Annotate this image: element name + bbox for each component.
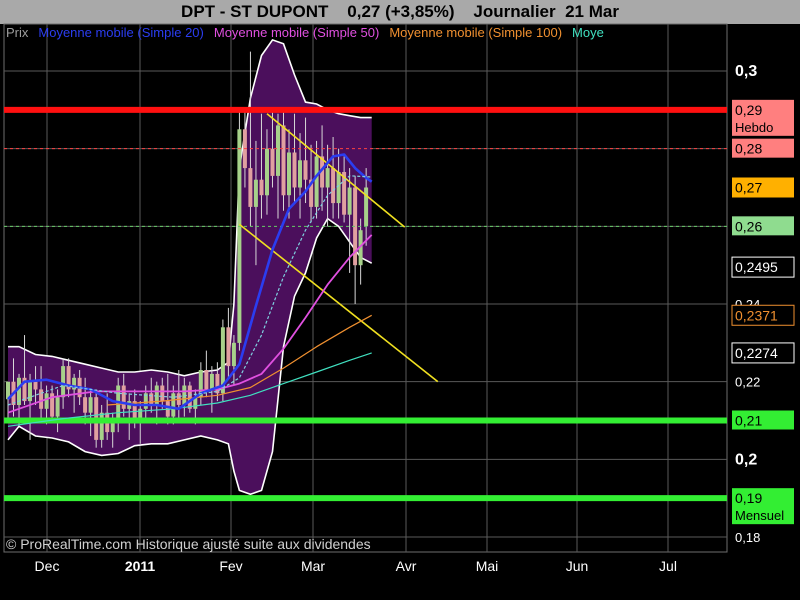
level-sublabel: Hebdo	[735, 120, 773, 135]
candle-body	[204, 370, 209, 390]
level-label: 0,19	[735, 490, 762, 506]
candle-body	[55, 397, 60, 417]
x-tick-label: Jul	[659, 558, 677, 574]
candle-body	[287, 152, 291, 196]
candle-body	[99, 412, 104, 440]
x-tick-label: Avr	[396, 558, 417, 574]
level-label: 0,21	[735, 413, 762, 429]
x-tick-label: Mai	[476, 558, 499, 574]
legend-entry: Moyenne mobile (Simple 100)	[389, 25, 562, 40]
x-tick-label: Fev	[219, 558, 242, 574]
axis-value-label: 0,27	[735, 180, 762, 196]
level-sublabel: Mensuel	[735, 508, 784, 523]
y-tick-label: 0,3	[735, 63, 757, 80]
candle-body	[331, 168, 336, 204]
candle-body	[88, 397, 93, 413]
candle-body	[270, 148, 275, 176]
candle-body	[325, 168, 330, 188]
candle-body	[259, 179, 264, 196]
copyright-note: © ProRealTime.com Historique ajusté suit…	[6, 536, 371, 552]
candle-body	[209, 373, 214, 390]
legend-entry: Moyenne mobile (Simple 20)	[38, 25, 203, 40]
candle-body	[121, 385, 126, 409]
candle-body	[281, 125, 286, 196]
candle-body	[265, 148, 269, 196]
y-tick-label: 0,22	[735, 375, 760, 390]
candle-body	[83, 397, 88, 413]
plot-frame	[3, 23, 728, 553]
legend-entry: Moyenne mobile (Simple 50)	[214, 25, 379, 40]
legend-entry: Moye	[572, 25, 604, 40]
grid	[4, 24, 727, 552]
candle-body	[61, 366, 66, 398]
candle-body	[303, 160, 308, 180]
legend-entry: Prix	[6, 25, 29, 40]
x-tick-label: Jun	[566, 558, 589, 574]
axis-value-label: 0,2371	[735, 307, 778, 323]
candle-body	[231, 342, 236, 367]
candle-body	[248, 168, 253, 207]
candle-body	[276, 125, 280, 176]
candle-body	[44, 393, 49, 409]
candle-body	[292, 152, 297, 188]
y-axis: 0,30,240,220,20,180,29Hebdo0,280,260,210…	[731, 63, 795, 545]
legend: Prix Moyenne mobile (Simple 20) Moyenne mo…	[6, 25, 604, 40]
x-tick-label: Mar	[301, 558, 325, 574]
bollinger-lower-line	[7, 217, 373, 496]
candle-body	[253, 179, 258, 207]
level-label: 0,26	[735, 218, 762, 234]
level-label: 0,29	[735, 102, 762, 118]
candle-body	[226, 327, 231, 367]
candle-body	[33, 381, 38, 390]
y-tick-label: 0,18	[735, 530, 760, 545]
x-axis: Dec 2011 Fev Mar Avr Mai Jun Jul	[35, 558, 677, 574]
axis-value-label: 0,2274	[735, 345, 778, 361]
x-tick-label: 2011	[125, 558, 156, 574]
candle-body	[347, 187, 352, 215]
price-chart[interactable]: Prix Moyenne mobile (Simple 20) Moyenne mo…	[0, 0, 800, 600]
level-label: 0,28	[735, 141, 762, 157]
candle-body	[160, 385, 165, 401]
y-tick-label: 0,2	[735, 451, 757, 468]
candle-body	[298, 160, 302, 188]
candle-body	[314, 156, 319, 207]
candle-body	[187, 385, 192, 409]
x-tick-label: Dec	[35, 558, 60, 574]
axis-value-label: 0,2495	[735, 259, 778, 275]
candle-body	[237, 129, 242, 343]
